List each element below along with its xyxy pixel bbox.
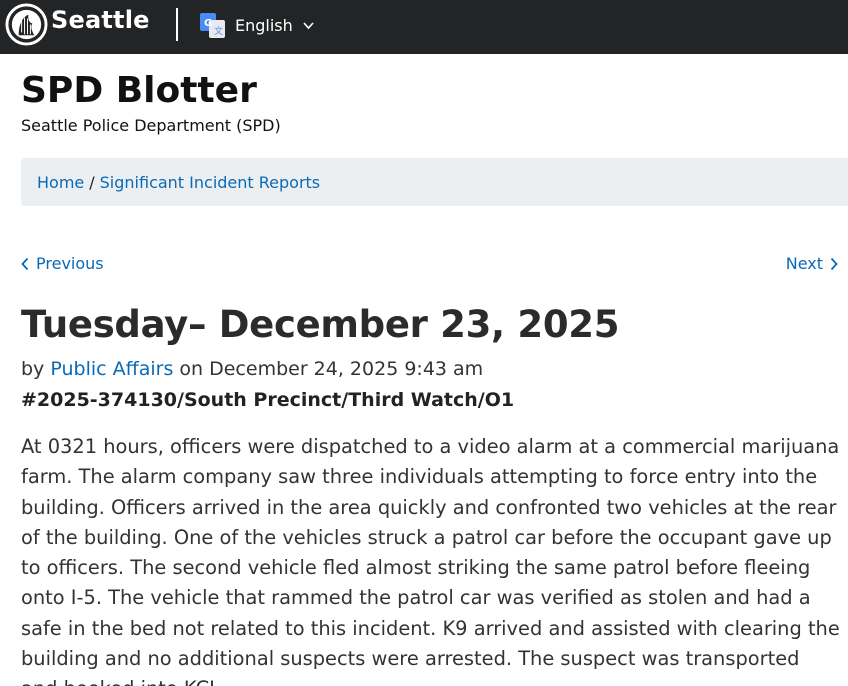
case-number: #2025-374130/South Precinct/Third Watch/…: [21, 389, 515, 411]
breadcrumb-home[interactable]: Home: [37, 173, 84, 192]
top-bar: Seattle G 文 English: [0, 0, 848, 54]
chevron-left-icon: [21, 257, 29, 270]
post-title: Tuesday– December 23, 2025: [21, 303, 620, 346]
svg-text:文: 文: [214, 25, 223, 37]
seattle-logo[interactable]: [5, 3, 48, 46]
byline-prefix: by: [21, 358, 45, 380]
site-title[interactable]: SPD Blotter: [21, 70, 257, 111]
breadcrumb-section[interactable]: Significant Incident Reports: [100, 173, 321, 192]
language-label: English: [235, 16, 293, 35]
google-translate-icon: G 文: [200, 13, 225, 38]
topbar-divider: [176, 8, 178, 41]
language-selector[interactable]: G 文 English: [200, 13, 315, 38]
chevron-right-icon: [830, 257, 838, 270]
next-label: Next: [785, 254, 823, 273]
author-link[interactable]: Public Affairs: [50, 358, 173, 380]
previous-label: Previous: [36, 254, 104, 273]
next-link[interactable]: Next: [786, 254, 839, 273]
post-body: At 0321 hours, officers were dispatched …: [21, 435, 840, 686]
post-date: on December 24, 2025 9:43 am: [179, 358, 484, 380]
svg-text:G: G: [204, 18, 212, 29]
post-byline: by Public Affairs on December 24, 2025 9…: [21, 358, 483, 380]
previous-link[interactable]: Previous: [20, 254, 104, 273]
breadcrumb: Home / Significant Incident Reports: [21, 158, 848, 206]
seattle-seal-icon: [5, 3, 48, 46]
brand-name[interactable]: Seattle: [51, 6, 150, 34]
site-subtitle: Seattle Police Department (SPD): [21, 116, 281, 135]
chevron-down-icon: [303, 22, 314, 30]
breadcrumb-separator: /: [89, 172, 95, 192]
